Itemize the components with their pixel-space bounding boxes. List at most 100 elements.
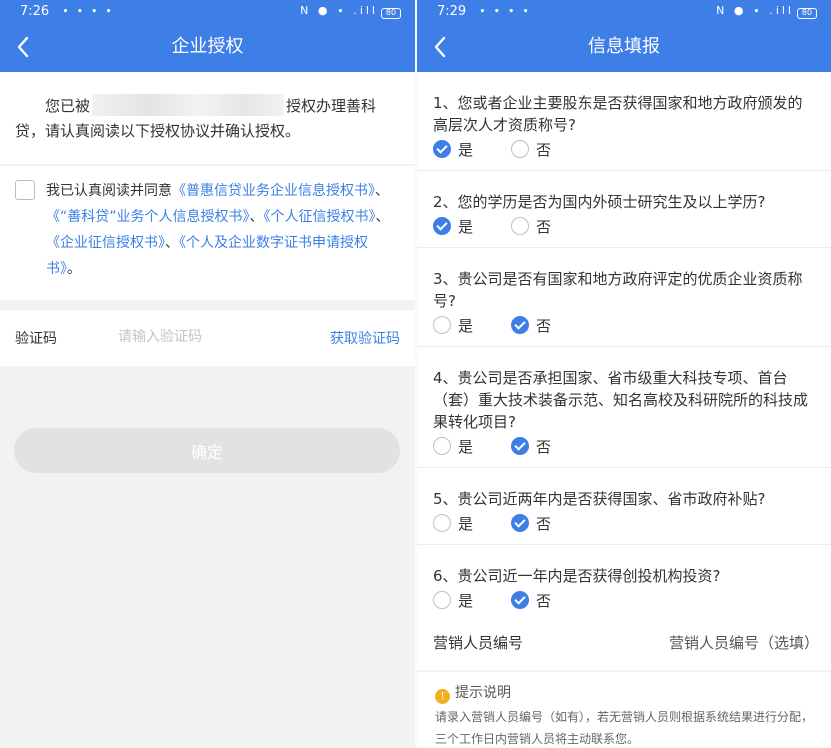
question-text: 4、贵公司是否承担国家、省市级重大科技专项、首台（套）重大技术装备示范、知名高校…: [433, 369, 809, 431]
radio-unchecked-icon: [511, 140, 529, 158]
left-phone-screen: 7:26 ∙ ∙ ∙ ∙ N ● ∙ .ill 80 企业授权 您已被 授权办理善科…: [0, 0, 415, 748]
intro-text: 您已被 授权办理善科贷，请认真阅读以下授权协议并确认授权。: [15, 94, 401, 144]
agreement-separator: 、: [375, 183, 389, 199]
answer-yes-option[interactable]: 是: [433, 216, 473, 238]
intro-text-before: 您已被: [45, 97, 91, 115]
question-item: 6、贵公司近一年内是否获得创投机构投资? 是 否: [417, 545, 831, 622]
answer-options: 是 否: [433, 510, 817, 544]
answer-options: 是 否: [433, 312, 817, 346]
option-label: 是: [458, 438, 474, 456]
option-label: 是: [458, 592, 474, 610]
option-label: 否: [536, 592, 552, 610]
radio-unchecked-icon: [433, 316, 451, 334]
status-bar: 7:29 ∙ ∙ ∙ ∙ N ● ∙ .ill 80: [417, 0, 831, 24]
agreement-separator: 、: [249, 209, 264, 225]
page-title: 信息填报: [588, 36, 660, 57]
option-label: 否: [536, 317, 552, 335]
agreement-link-personal-info[interactable]: 《“善科贷”业务个人信息授权书》: [46, 209, 250, 225]
question-text: 2、您的学历是否为国内外硕士研究生及以上学历?: [433, 193, 766, 211]
option-label: 是: [458, 515, 474, 533]
option-label: 是: [458, 218, 474, 236]
answer-no-option[interactable]: 否: [511, 139, 551, 161]
intro-section: 您已被 授权办理善科贷，请认真阅读以下授权协议并确认授权。: [0, 72, 415, 164]
answer-yes-option[interactable]: 是: [433, 513, 473, 535]
answer-no-option[interactable]: 否: [511, 513, 551, 535]
option-label: 否: [536, 438, 552, 456]
radio-unchecked-icon: [511, 217, 529, 235]
radio-unchecked-icon: [433, 514, 451, 532]
question-text: 6、贵公司近一年内是否获得创投机构投资?: [433, 567, 721, 585]
status-right-icons: N ● ∙ .ill 80: [300, 4, 401, 19]
marketing-id-label: 营销人员编号: [433, 634, 524, 652]
radio-checked-icon: [511, 316, 529, 334]
answer-no-option[interactable]: 否: [511, 315, 551, 337]
answer-no-option[interactable]: 否: [511, 590, 551, 612]
status-indicators: ∙ ∙ ∙ ∙: [479, 4, 532, 17]
radio-checked-icon: [511, 514, 529, 532]
battery-icon: 80: [381, 8, 401, 19]
question-item: 5、贵公司近两年内是否获得国家、省市政府补贴? 是 否: [417, 468, 831, 545]
agreement-link-personal-credit[interactable]: 《个人征信授权书》: [264, 209, 376, 225]
question-item: 1、您或者企业主要股东是否获得国家和地方政府颁发的高层次人才资质称号? 是 否: [417, 72, 831, 171]
page-title: 企业授权: [171, 36, 244, 57]
answer-yes-option[interactable]: 是: [433, 590, 473, 612]
radio-checked-icon: [433, 140, 451, 158]
agreement-text: 我已认真阅读并同意《普惠信贷业务企业信息授权书》、《“善科贷”业务个人信息授权书…: [46, 178, 401, 282]
header-bar: 7:26 ∙ ∙ ∙ ∙ N ● ∙ .ill 80 企业授权: [0, 0, 415, 72]
agreement-separator: 、: [165, 235, 179, 251]
agreement-prefix: 我已认真阅读并同意: [46, 183, 172, 199]
signal-icons: N ● ∙ .ill: [716, 4, 794, 17]
radio-checked-icon: [511, 437, 529, 455]
right-phone-screen: 7:29 ∙ ∙ ∙ ∙ N ● ∙ .ill 80 信息填报 1、您或者企业主要…: [417, 0, 831, 748]
answer-yes-option[interactable]: 是: [433, 139, 473, 161]
question-text: 5、贵公司近两年内是否获得国家、省市政府补贴?: [433, 490, 766, 508]
status-time: 7:29: [437, 4, 467, 19]
marketing-id-row: 营销人员编号: [417, 616, 831, 670]
get-code-button[interactable]: 获取验证码: [330, 328, 400, 348]
agreement-suffix: 。: [67, 261, 81, 277]
option-label: 否: [536, 141, 552, 159]
question-text: 1、您或者企业主要股东是否获得国家和地方政府颁发的高层次人才资质称号?: [433, 94, 803, 134]
status-time: 7:26: [20, 4, 50, 19]
option-label: 否: [536, 515, 552, 533]
question-text: 3、贵公司是否有国家和地方政府评定的优质企业资质称号?: [433, 270, 803, 310]
answer-no-option[interactable]: 否: [511, 216, 551, 238]
info-icon: !: [435, 689, 450, 704]
answer-options: 是 否: [433, 136, 817, 170]
option-label: 否: [536, 218, 552, 236]
marketing-id-input[interactable]: [629, 629, 819, 657]
option-label: 是: [458, 141, 474, 159]
tip-body: 请录入营销人员编号（如有），若无营销人员则根据系统结果进行分配，三个工作日内营销…: [435, 710, 814, 746]
question-item: 3、贵公司是否有国家和地方政府评定的优质企业资质称号? 是 否: [417, 248, 831, 347]
answer-yes-option[interactable]: 是: [433, 315, 473, 337]
answer-yes-option[interactable]: 是: [433, 436, 473, 458]
verification-code-label: 验证码: [15, 331, 57, 347]
question-item: 4、贵公司是否承担国家、省市级重大科技专项、首台（套）重大技术装备示范、知名高校…: [417, 347, 831, 468]
answer-options: 是 否: [433, 433, 817, 467]
signal-icons: N ● ∙ .ill: [300, 4, 378, 17]
radio-unchecked-icon: [433, 591, 451, 609]
confirm-button[interactable]: 确定: [14, 428, 400, 473]
tip-title-text: 提示说明: [455, 685, 511, 701]
status-right-icons: N ● ∙ .ill 80: [716, 4, 817, 19]
agreement-section: 我已认真阅读并同意《普惠信贷业务企业信息授权书》、《“善科贷”业务个人信息授权书…: [0, 166, 415, 300]
status-bar: 7:26 ∙ ∙ ∙ ∙ N ● ∙ .ill 80: [0, 0, 415, 24]
verification-code-row: 验证码 获取验证码: [0, 310, 415, 366]
radio-unchecked-icon: [433, 437, 451, 455]
question-list: 1、您或者企业主要股东是否获得国家和地方政府颁发的高层次人才资质称号? 是 否 …: [417, 72, 831, 622]
agreement-link-enterprise-credit[interactable]: 《企业征信授权书》: [46, 235, 165, 251]
status-indicators: ∙ ∙ ∙ ∙: [62, 4, 115, 17]
tip-section: ! 提示说明 请录入营销人员编号（如有），若无营销人员则根据系统结果进行分配，三个…: [417, 672, 831, 748]
tip-title: ! 提示说明: [435, 682, 511, 704]
header-bar: 7:29 ∙ ∙ ∙ ∙ N ● ∙ .ill 80 信息填报: [417, 0, 831, 72]
agreement-separator: 、: [375, 209, 390, 225]
agreement-link-enterprise-info[interactable]: 《普惠信贷业务企业信息授权书》: [172, 183, 375, 199]
question-item: 2、您的学历是否为国内外硕士研究生及以上学历? 是 否: [417, 171, 831, 248]
option-label: 是: [458, 317, 474, 335]
answer-no-option[interactable]: 否: [511, 436, 551, 458]
agree-checkbox[interactable]: [15, 180, 35, 200]
redacted-company-name: [92, 94, 285, 116]
verification-code-input[interactable]: [118, 324, 308, 350]
battery-icon: 80: [797, 8, 817, 19]
answer-options: 是 否: [433, 213, 817, 247]
